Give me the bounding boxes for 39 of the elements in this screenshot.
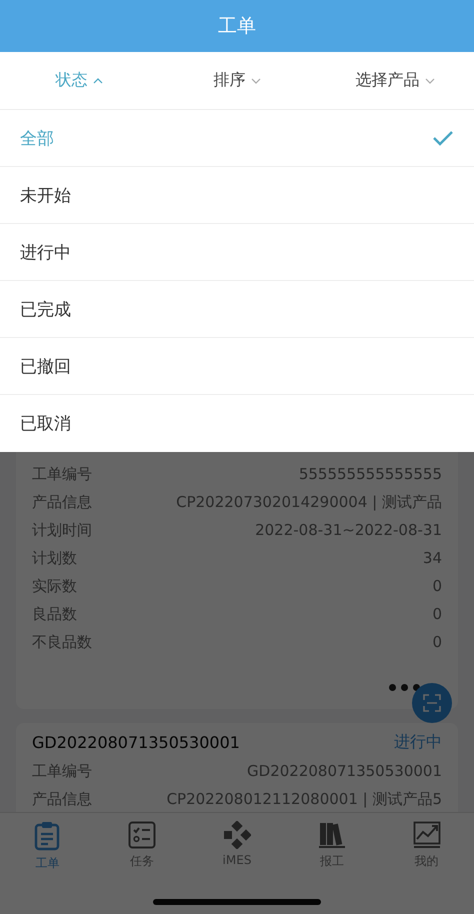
field-value: 555555555555555 (298, 465, 442, 483)
field-value: 0 (432, 633, 442, 651)
books-icon (318, 821, 346, 849)
chevron-down-icon (250, 78, 260, 84)
field-label: 实际数 (32, 576, 77, 596)
field-label: 计划数 (32, 548, 77, 568)
checkmark-icon (432, 130, 454, 146)
chevron-up-icon (92, 78, 102, 84)
menu-item[interactable]: 已完成 (0, 281, 474, 338)
field-value: 2022-08-31~2022-08-31 (255, 521, 442, 539)
gamepad-icon (222, 821, 251, 849)
field-value: CP202208012112080001 | 测试产品5 (166, 790, 442, 808)
field-value: GD202208071350530001 (247, 762, 442, 780)
filter-tab[interactable]: 选择产品 (316, 52, 474, 109)
field-label: 产品信息 (32, 790, 92, 808)
page-title: 工单 (218, 14, 256, 39)
chart-icon (412, 821, 441, 849)
field-label: 良品数 (32, 604, 77, 624)
field-label: 工单编号 (32, 762, 92, 780)
field-label: 计划时间 (32, 520, 92, 540)
work-order-title: GD202208071350530001 (32, 732, 240, 752)
field-label: 产品信息 (32, 492, 92, 512)
menu-item[interactable]: 进行中 (0, 224, 474, 281)
field-label: 不良品数 (32, 632, 92, 652)
menu-item[interactable]: 未开始 (0, 167, 474, 224)
field-label: 工单编号 (32, 464, 92, 484)
scan-button[interactable] (412, 683, 452, 723)
chevron-down-icon (424, 78, 434, 84)
clipboard-icon (34, 821, 60, 851)
menu-item[interactable]: 已撤回 (0, 338, 474, 395)
menu-item[interactable]: 已取消 (0, 395, 474, 452)
field-value: 34 (422, 549, 442, 567)
field-value: CP202207302014290004 | 测试产品 (176, 492, 442, 512)
scan-icon (423, 694, 441, 712)
field-value: 0 (432, 577, 442, 595)
field-value: 0 (432, 605, 442, 623)
checklist-icon (128, 821, 156, 849)
status-label: 进行中 (394, 732, 442, 752)
filter-tab[interactable]: 排序 (158, 52, 316, 109)
